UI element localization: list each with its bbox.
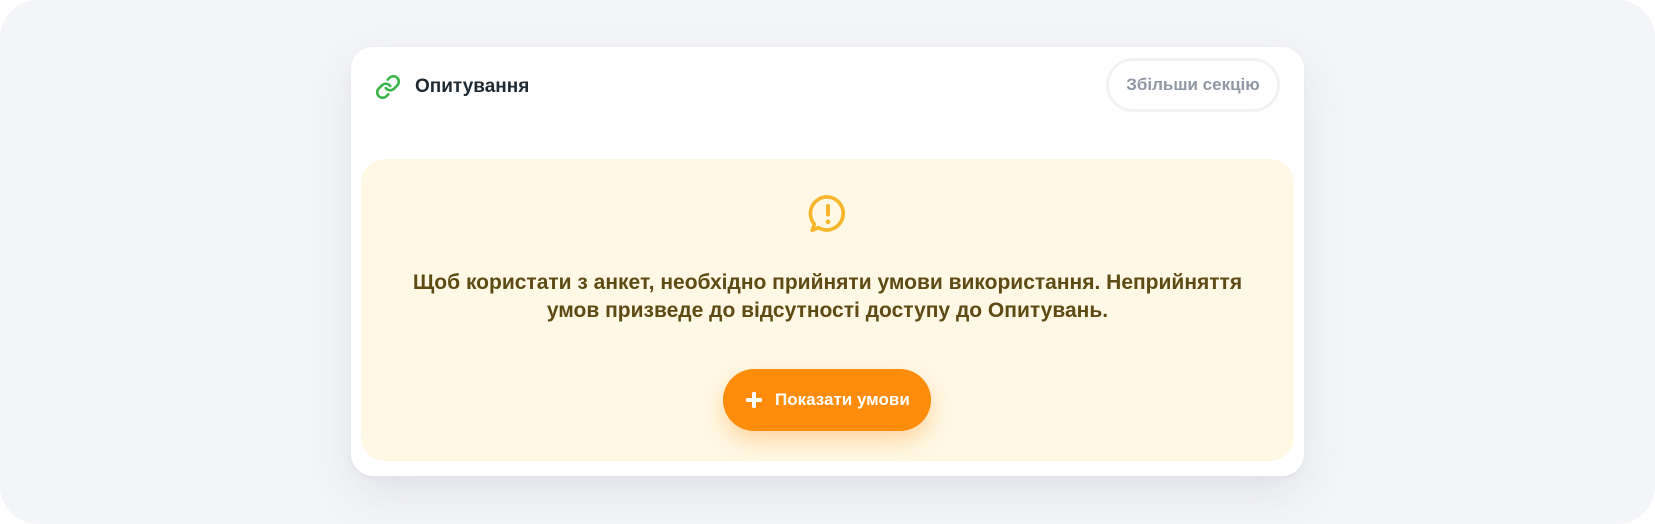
alert-message-icon (808, 195, 845, 233)
card-title: Опитування (415, 76, 530, 97)
card-header: Опитування Збільши секцію (351, 47, 1304, 167)
link-icon (375, 74, 401, 100)
show-terms-label: Показати умови (775, 390, 910, 409)
surveys-card: Опитування Збільши секцію Щоб користати … (351, 47, 1304, 476)
terms-notice: Щоб користати з анкет, необхідно прийнят… (361, 159, 1294, 461)
terms-notice-message: Щоб користати з анкет, необхідно прийнят… (412, 271, 1243, 322)
show-terms-button[interactable]: Показати умови (723, 369, 931, 431)
plus-icon (746, 392, 762, 408)
expand-section-button[interactable]: Збільши секцію (1106, 58, 1280, 112)
